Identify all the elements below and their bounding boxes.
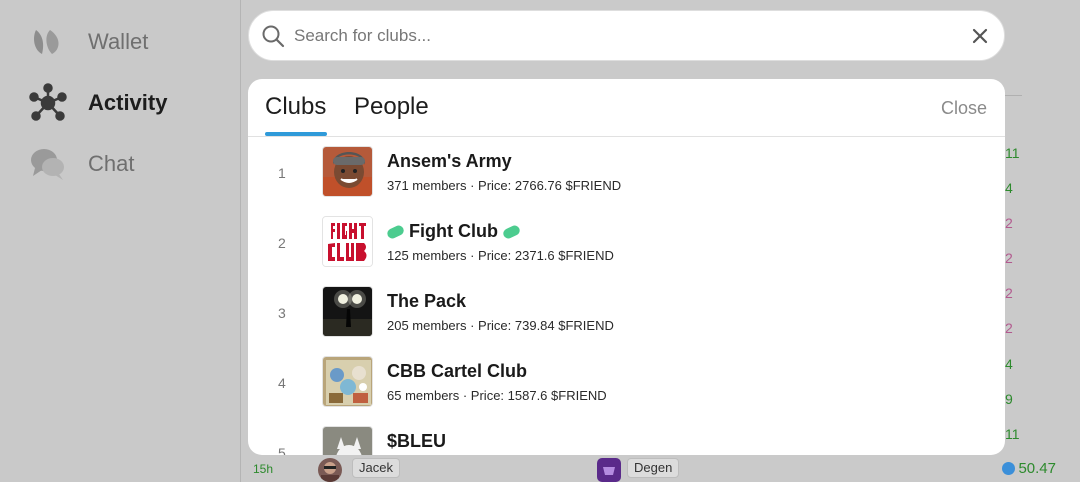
club-name: Ansem's Army <box>387 151 512 171</box>
degen-icon <box>597 458 621 482</box>
club-meta: 65 members · Price: 1587.6 $FRIEND <box>387 388 607 403</box>
feed-value: 4 <box>1005 356 1013 372</box>
wallet-icon <box>28 22 68 62</box>
pill-icon <box>385 223 406 240</box>
feed-time: 15h <box>253 462 274 476</box>
feed-value: 11 <box>1005 145 1020 161</box>
club-meta: 125 members · Price: 2371.6 $FRIEND <box>387 248 614 263</box>
feed-value: 2 <box>1005 320 1013 336</box>
sidebar-item-label: Activity <box>88 90 168 115</box>
rank: 1 <box>278 165 286 181</box>
list-item[interactable]: 3 The Pack 205 members · Price: 739.84 $… <box>248 277 1005 347</box>
sidebar-item-label: Chat <box>88 151 135 176</box>
sidebar-item-activity[interactable]: Activity <box>28 81 167 125</box>
club-name: The Pack <box>387 291 467 311</box>
amount-value: 50.47 <box>1018 460 1056 477</box>
rank: 4 <box>278 375 286 391</box>
rank: 2 <box>278 235 286 251</box>
activity-icon <box>28 83 68 123</box>
club-name: CBB Cartel Club <box>387 361 528 381</box>
list-item[interactable]: 5 $BLEU <box>248 417 1005 455</box>
user-chip[interactable]: Jacek <box>352 458 400 478</box>
club-name: Fight Club <box>385 221 522 242</box>
tab-bar: Clubs People Close <box>248 79 1005 137</box>
club-name-text: Fight Club <box>409 221 498 241</box>
feed-value: 2 <box>1005 250 1013 266</box>
feed-value: 9 <box>1005 391 1013 407</box>
club-avatar <box>322 216 373 267</box>
rank: 5 <box>278 445 286 455</box>
club-chip[interactable]: Degen <box>627 458 680 478</box>
club-meta: 371 members · Price: 2766.76 $FRIEND <box>387 178 622 193</box>
list-item[interactable]: 1 Ansem's Army 371 members · Price: 2766… <box>248 137 1005 207</box>
sidebar: Wallet Activity Chat <box>0 0 240 482</box>
feed-value: 4 <box>1005 180 1013 196</box>
rank: 3 <box>278 305 286 321</box>
feed-value: 2 <box>1005 285 1013 301</box>
feed-value: 2 <box>1005 215 1013 231</box>
club-avatar <box>322 146 373 197</box>
sidebar-item-label: Wallet <box>88 29 149 54</box>
sidebar-item-wallet[interactable]: Wallet <box>28 20 148 64</box>
close-icon[interactable] <box>970 26 990 46</box>
search-icon <box>262 25 285 48</box>
club-avatar <box>322 286 373 337</box>
club-name: $BLEU <box>387 431 447 451</box>
feed-amount: 50.47 <box>1002 460 1056 477</box>
active-tab-indicator <box>265 132 327 136</box>
tab-clubs[interactable]: Clubs <box>265 93 326 121</box>
club-avatar <box>322 426 373 455</box>
search-input[interactable] <box>294 23 944 49</box>
pill-icon <box>501 223 522 240</box>
feed-row[interactable]: 15h Jacek Degen 50.47 <box>241 455 1080 482</box>
coin-icon <box>1002 462 1016 475</box>
list-item[interactable]: 4 CBB Cartel Club 65 members · Price: 15… <box>248 347 1005 417</box>
tab-people[interactable]: People <box>354 93 429 121</box>
chat-icon <box>28 144 68 184</box>
club-avatar <box>322 356 373 407</box>
search-bar <box>248 10 1005 61</box>
close-button[interactable]: Close <box>941 98 987 119</box>
search-results-panel: Clubs People Close 1 Ansem's Army 371 me… <box>248 79 1005 455</box>
sidebar-item-chat[interactable]: Chat <box>28 142 134 186</box>
list-item[interactable]: 2 Fight Club 125 members · Price: 2371.6… <box>248 207 1005 277</box>
feed-value: 11 <box>1005 426 1020 442</box>
avatar[interactable] <box>318 458 342 482</box>
club-meta: 205 members · Price: 739.84 $FRIEND <box>387 318 614 333</box>
